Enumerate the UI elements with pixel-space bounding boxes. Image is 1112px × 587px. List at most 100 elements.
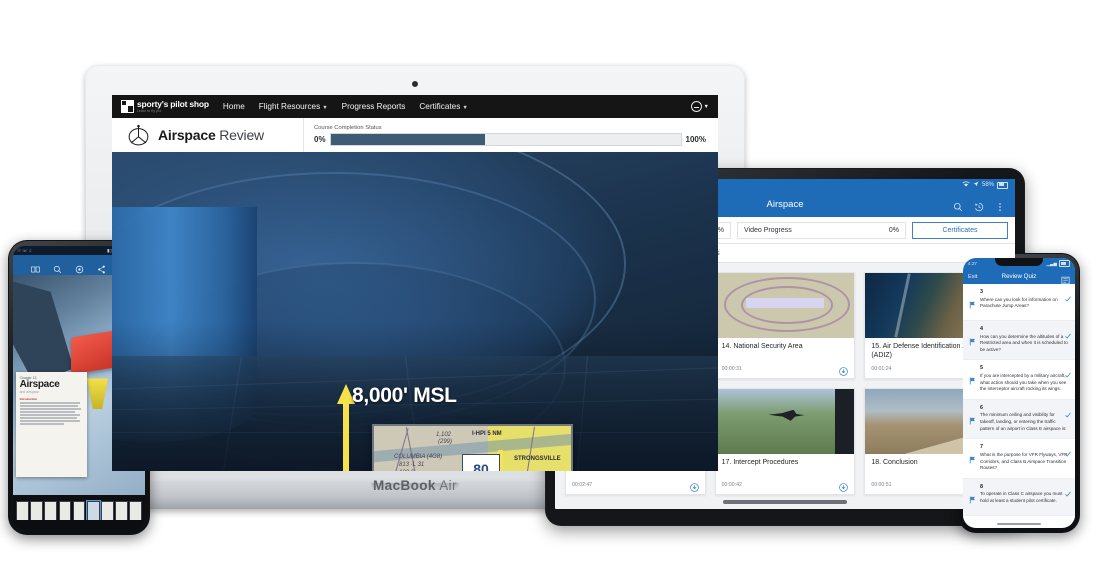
video-duration: 00:00:51 <box>871 482 892 488</box>
video-progress-metric: Video Progress 0% <box>737 221 906 239</box>
site-navbar: sporty's pilot shop Learn to fly pro Hom… <box>112 95 718 118</box>
device-showcase: sporty's pilot shop Learn to fly pro Hom… <box>0 0 1112 587</box>
flag-icon[interactable] <box>969 365 976 392</box>
nav-item-home[interactable]: Home <box>223 102 245 111</box>
page-title-primary: Airspace <box>158 127 216 143</box>
battery-icon <box>1059 260 1070 267</box>
video-progress-label: Video Progress <box>744 226 792 234</box>
laptop-screen: sporty's pilot shop Learn to fly pro Hom… <box>112 95 718 471</box>
quiz-question-row[interactable]: 3 Where can you look for information on … <box>963 284 1075 321</box>
flag-icon[interactable] <box>969 289 976 314</box>
quiz-question-row[interactable]: 7 What is the purpose for VFR Flyways, V… <box>963 439 1075 479</box>
chart-label: STRONGSVILLE <box>514 456 561 462</box>
page-title: Airspace Review <box>158 127 264 143</box>
progress-min-label: 0% <box>314 134 326 144</box>
book-chapter-page: Chapter 13 Airspace and airspace Introdu… <box>15 371 87 478</box>
chevron-down-icon: ▼ <box>462 105 468 111</box>
video-card[interactable]: 14. National Security Area 00:00:31 <box>714 272 856 379</box>
iphone-home-indicator <box>997 522 1041 525</box>
sportys-logo[interactable]: sporty's pilot shop Learn to fly pro <box>121 100 209 113</box>
quiz-question-row[interactable]: 8 To operate in Class C airspace you mus… <box>963 478 1075 516</box>
page-title-secondary: Review <box>219 127 264 143</box>
location-arrow-icon <box>973 181 979 189</box>
course-header: Airspace Review Course Completion Status… <box>112 118 718 153</box>
search-icon[interactable] <box>953 199 963 212</box>
quiz-title: Review Quiz <box>1001 273 1037 280</box>
check-icon <box>1065 444 1071 457</box>
iphone-device: 4:27 ▁▃▅ Exit Review Quiz 3 Where can yo… <box>958 253 1080 533</box>
question-number: 3 <box>980 289 983 295</box>
chart-label: 122.6 <box>399 470 414 471</box>
airspace-ceiling-number: 80 <box>473 460 489 471</box>
progress-label: Course Completion Status <box>314 124 382 131</box>
chapter-subheading: and airspace <box>19 389 40 394</box>
history-icon[interactable] <box>974 199 984 212</box>
brand-name: sporty's pilot shop <box>137 99 209 110</box>
chart-label: (299) <box>438 439 453 445</box>
airspace-3d-visualization: 8,000' MSL 1,900' MSL I-HPI 5 NM 1,102 (… <box>112 152 718 471</box>
sectional-chart-inset: I-HPI 5 NM 1,102 (299) COLUMBIA (4G8) 81… <box>372 424 573 471</box>
quiz-question-row[interactable]: 5 If you are intercepted by a military a… <box>963 360 1075 400</box>
check-icon <box>1065 484 1071 497</box>
certificate-icon[interactable] <box>1061 272 1070 285</box>
iphone-notch <box>995 258 1043 266</box>
book-icon[interactable] <box>30 261 40 272</box>
tablet-home-indicator <box>723 500 847 504</box>
progress-bar-fill <box>330 133 485 145</box>
share-icon[interactable] <box>97 261 106 273</box>
settings-icon[interactable] <box>75 261 84 273</box>
video-card[interactable]: 17. Intercept Procedures 00:00:42 <box>714 388 856 495</box>
overflow-menu-icon[interactable] <box>995 199 1005 211</box>
airspace-compass-icon <box>126 123 151 148</box>
signal-icon: ▁▃▅ <box>1046 260 1057 266</box>
check-icon <box>1065 405 1071 418</box>
video-duration: 00:01:24 <box>871 366 892 372</box>
flag-icon[interactable] <box>969 484 976 509</box>
nav-item-certificates[interactable]: Certificates ▼ <box>419 102 467 111</box>
check-icon <box>1065 289 1071 302</box>
quiz-question-list[interactable]: 3 Where can you look for information on … <box>963 284 1075 520</box>
question-number: 7 <box>980 444 983 451</box>
question-text: How can you determine the altitudes of a… <box>980 333 1068 352</box>
question-text: Where can you look for information on Pa… <box>980 296 1058 309</box>
video-thumbnail <box>715 273 855 338</box>
nav-item-progress-reports[interactable]: Progress Reports <box>342 102 406 111</box>
video-title: 17. Intercept Procedures <box>721 459 799 466</box>
question-number: 4 <box>980 326 983 332</box>
flag-icon[interactable] <box>969 405 976 432</box>
status-time: 4:27 <box>968 261 977 266</box>
course-progress: Course Completion Status 0% 100% <box>304 125 718 146</box>
laptop-camera-icon <box>412 81 418 87</box>
account-menu[interactable]: ▼ <box>690 101 709 112</box>
quiz-question-row[interactable]: 9 <box>963 516 1075 520</box>
question-text: What is the purpose for VFR Flyways, VFR… <box>980 451 1068 471</box>
progress-max-label: 100% <box>685 134 706 144</box>
quiz-question-row[interactable]: 4 How can you determine the altitudes of… <box>963 321 1075 361</box>
certificates-button[interactable]: Certificates <box>912 221 1008 239</box>
search-icon[interactable] <box>53 261 62 273</box>
chart-label: I-HPI 5 NM <box>472 431 502 437</box>
iphone-screen: 4:27 ▁▃▅ Exit Review Quiz 3 Where can yo… <box>963 258 1075 528</box>
download-icon[interactable] <box>839 479 849 492</box>
airspace-altitude-box: 80 19 <box>462 454 500 471</box>
flag-icon[interactable] <box>969 326 976 353</box>
progress-bar <box>329 132 682 146</box>
nav-item-flight-resources[interactable]: Flight Resources ▼ <box>259 102 328 111</box>
video-duration: 00:00:42 <box>721 482 742 488</box>
battery-percent: 58% <box>981 182 994 188</box>
video-title: 14. National Security Area <box>721 343 803 350</box>
question-text: To operate in Class C airspace you must … <box>980 491 1063 504</box>
download-icon[interactable] <box>689 479 699 492</box>
wifi-icon <box>962 181 970 189</box>
quiz-question-row[interactable]: 6 The minimum ceiling and visibility for… <box>963 399 1075 440</box>
altitude-ceiling-label: 8,000' MSL <box>352 384 457 407</box>
chart-label: COLUMBIA (4G8) <box>394 454 443 460</box>
check-icon <box>1065 365 1071 379</box>
chart-label: 1,102 <box>436 432 452 438</box>
question-text: If you are intercepted by a military air… <box>980 372 1067 392</box>
flag-icon[interactable] <box>969 444 976 471</box>
question-number: 5 <box>980 365 983 372</box>
sportys-mark-icon <box>121 100 134 113</box>
question-number: 8 <box>980 483 983 490</box>
download-icon[interactable] <box>839 363 849 376</box>
